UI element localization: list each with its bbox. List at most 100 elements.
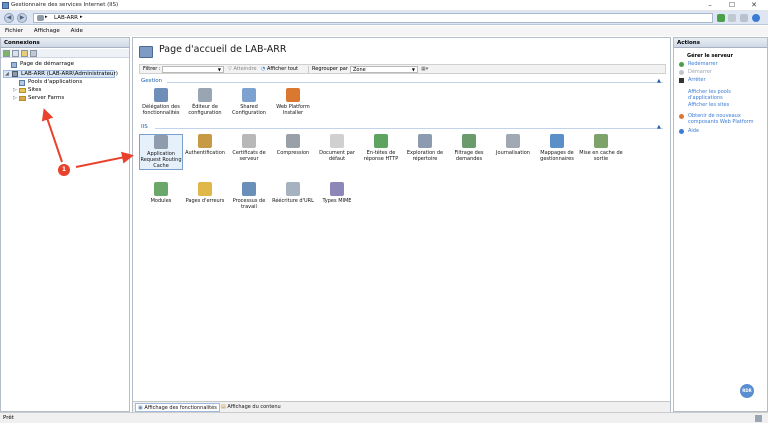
save-icon[interactable] [12,50,19,57]
default-document-icon [330,134,344,148]
restart-link[interactable]: Redémarrer [688,61,718,67]
actions-header: Actions [674,38,767,48]
feature-url-rewrite[interactable]: Réécriture d'URL [271,182,315,204]
feature-label: En-têtes de réponse HTTP [363,150,399,162]
maximize-button[interactable]: ☐ [722,0,742,10]
group-gestion-header[interactable]: Gestion [141,78,162,84]
help-icon [679,129,684,134]
feature-label: Journalisation [496,150,530,156]
funnel-icon: ▽ [228,66,232,72]
feature-label: Réécriture d'URL [272,198,314,204]
menu-bar: Fichier Affichage Aide [0,26,768,36]
feature-label: Document par défaut [319,150,355,162]
feature-handler-mappings[interactable]: Mappages de gestionnaires [535,134,579,162]
collapse-icon[interactable]: ◢ [5,72,10,77]
feature-directory-browsing[interactable]: Exploration de répertoire [403,134,447,162]
menu-view[interactable]: Affichage [34,26,60,36]
group-iis-header[interactable]: IIS [141,124,148,130]
feature-label: Web Platform Installer [276,104,310,116]
web-platform-icon [286,88,300,102]
feature-worker-process[interactable]: Processus de travail [227,182,271,210]
feature-http-headers[interactable]: En-têtes de réponse HTTP [359,134,403,162]
feature-modules[interactable]: Modules [139,182,183,204]
get-components-link[interactable]: Obtenir de nouveaux composants Web Platf… [688,113,766,125]
address-field[interactable]: ▸ LAB-ARR ▸ [33,13,713,23]
iis-items: Application Request Routing Cache Authent… [139,134,659,214]
show-all-button[interactable]: ◔ Afficher tout [261,66,298,73]
address-bar: ◀ ▶ ▸ LAB-ARR ▸ [0,11,768,25]
forward-button[interactable]: ▶ [17,13,27,23]
tree-server[interactable]: ◢ LAB-ARR (LAB-ARR\Administrateur) [3,70,118,78]
feature-certificate[interactable]: Certificats de serveur [227,134,271,162]
feature-error-pages[interactable]: Pages d'erreurs [183,182,227,204]
delegation-icon [154,88,168,102]
tab-features-view[interactable]: ▣ Affichage des fonctionnalités [135,403,220,412]
menu-help[interactable]: Aide [71,26,83,36]
manage-server-heading: Gérer le serveur [687,53,733,59]
feature-logging[interactable]: Journalisation [491,134,535,156]
delete-connection-icon[interactable] [30,50,37,57]
tab-label: Affichage du contenu [227,404,281,410]
tab-label: Affichage des fonctionnalités [144,405,217,411]
view-icon[interactable]: ▦▾ [421,66,428,73]
collapse-iis-icon[interactable]: ▲ [657,124,661,130]
stop-link[interactable]: Arrêter [688,77,706,83]
feature-request-filtering[interactable]: Filtrage des demandes [447,134,491,162]
close-button[interactable]: ✕ [744,0,764,10]
feature-default-document[interactable]: Document par défaut [315,134,359,162]
help-icon[interactable] [752,14,760,22]
expand-icon[interactable]: ▷ [13,96,18,101]
features-view-icon: ▣ [138,405,143,411]
feature-authentication[interactable]: Authentification [183,134,227,156]
show-app-pools-link[interactable]: Afficher les pools d'applications [688,89,758,101]
feature-delegation[interactable]: Délégation des fonctionnalités [139,88,183,116]
feature-compression[interactable]: Compression [271,134,315,156]
server-home-icon [139,46,153,58]
path-arrow-icon[interactable]: ▸ [80,14,83,20]
tree-label: Sites [28,87,42,93]
back-button[interactable]: ◀ [4,13,14,23]
menu-file[interactable]: Fichier [5,26,23,36]
path-separator-icon: ▸ [45,14,48,20]
stop-icon[interactable] [728,14,736,22]
minimize-button[interactable]: – [700,0,720,10]
dropdown-arrow-icon: ▼ [217,67,221,72]
web-platform-icon [679,114,684,119]
network-icon[interactable] [717,14,725,22]
feature-label: Authentification [185,150,225,156]
filter-input[interactable]: ▼ [162,66,224,73]
expand-icon[interactable]: ▷ [13,88,18,93]
goto-button[interactable]: ▽ Atteindre [228,66,257,73]
feature-shared-config[interactable]: Shared Configuration [227,88,271,116]
feature-arr-cache[interactable]: Application Request Routing Cache [139,134,183,170]
window-title: Gestionnaire des services Internet (IIS) [11,2,119,8]
connection-status-icon [755,415,762,422]
feature-config-editor[interactable]: Éditeur de configuration [183,88,227,116]
restart-icon [679,62,684,67]
feature-web-platform[interactable]: Web Platform Installer [271,88,315,116]
server-icon [37,15,44,21]
dropdown-arrow-icon: ▼ [411,67,415,72]
group-by-select[interactable]: Zone ▼ [350,66,418,73]
gestion-items: Délégation des fonctionnalités Éditeur de… [139,88,659,122]
feature-output-cache[interactable]: Mise en cache de sortie [579,134,623,162]
home-icon[interactable] [740,14,748,22]
group-by-value: Zone [353,67,366,73]
tab-content-view[interactable]: ▤ Affichage du contenu [219,403,283,412]
feature-label: Mise en cache de sortie [579,150,623,162]
connections-pane: Connexions Page de démarrage ◢ LAB-ARR (… [0,37,130,412]
up-icon[interactable] [21,50,28,57]
show-all-icon: ◔ [261,66,266,72]
feature-label: Modules [150,198,172,204]
feature-mime-types[interactable]: Types MIME [315,182,359,204]
show-sites-link[interactable]: Afficher les sites [688,102,729,108]
connect-icon[interactable] [3,50,10,57]
main-pane: Page d'accueil de LAB-ARR Filtrer : ▼ ▽ … [132,37,671,412]
address-path: LAB-ARR [54,15,78,21]
collapse-gestion-icon[interactable]: ▲ [657,78,661,84]
feature-label: Shared Configuration [232,104,266,116]
feature-label: Compression [276,150,310,156]
status-text: Prêt [3,415,14,421]
logging-icon [506,134,520,148]
help-link[interactable]: Aide [688,128,699,134]
